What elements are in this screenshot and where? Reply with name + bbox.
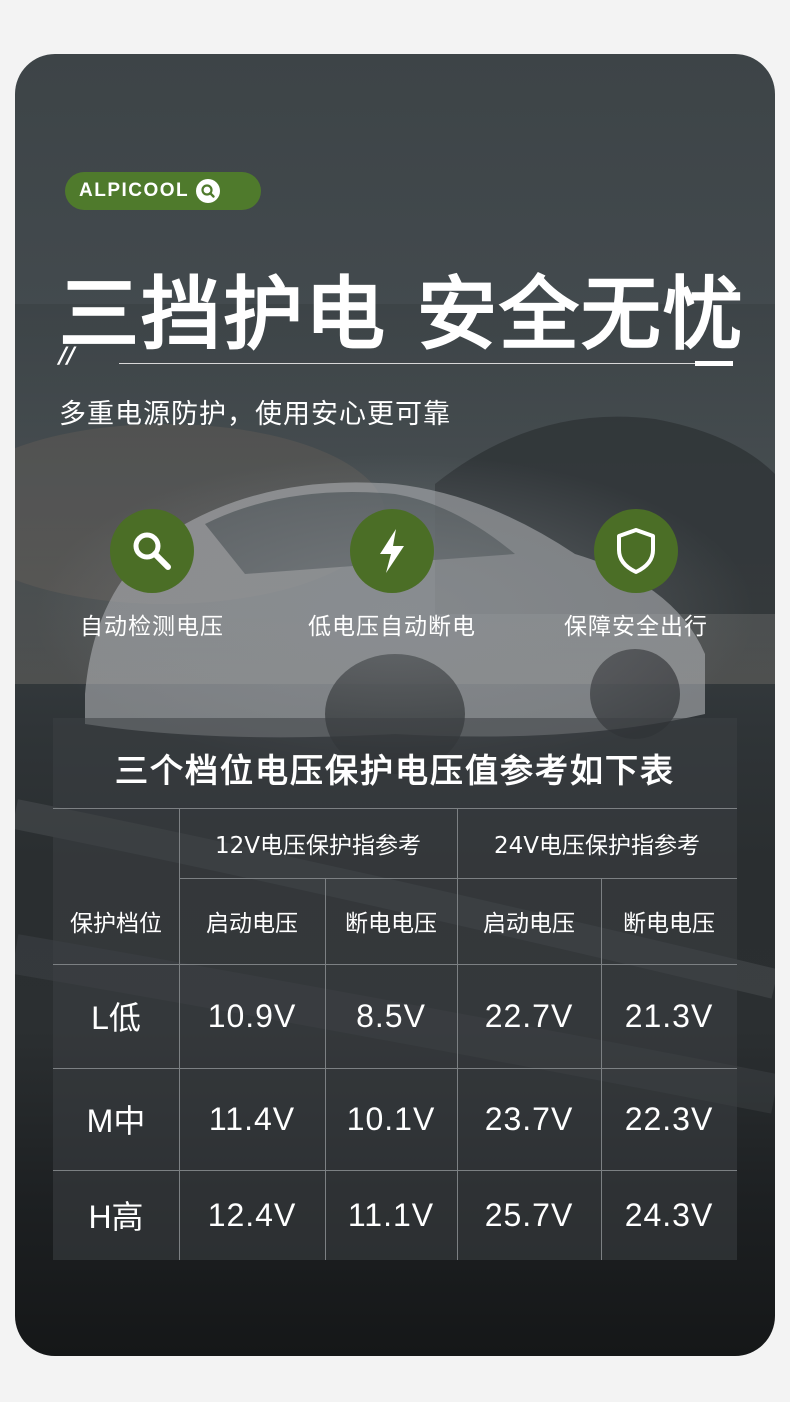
table-cell: 12.4V: [207, 1196, 297, 1233]
table-row-level: L低: [91, 1000, 141, 1036]
shield-icon: [594, 509, 678, 593]
column-header: 断电电压: [623, 911, 715, 937]
promo-card: ALPICOOL 三挡护电 安全无忧 // 多重电源防护，使用安心更可靠 自动检…: [15, 54, 775, 1356]
page-title: 三挡护电 安全无忧: [59, 268, 745, 361]
table-cell: 10.1V: [346, 1100, 436, 1137]
feature-label: 保障安全出行: [564, 614, 708, 640]
table-row-level: M中: [86, 1103, 146, 1139]
feature-safe-travel: 保障安全出行: [536, 509, 736, 641]
divider-line: [119, 363, 707, 364]
table-cell: 22.3V: [624, 1100, 714, 1137]
feature-auto-detect: 自动检测电压: [52, 509, 252, 641]
brand-name: ALPICOOL: [79, 180, 190, 201]
voltage-table: 三个档位电压保护电压值参考如下表 12V电压保护指参考 24V电压保护指参考 保…: [53, 718, 737, 1260]
table-cell: 8.5V: [356, 997, 426, 1034]
table-row-level: H高: [88, 1199, 144, 1235]
table-cell: 10.9V: [207, 997, 297, 1034]
table-cell: 11.1V: [347, 1196, 435, 1233]
table-cell: 22.7V: [484, 997, 574, 1034]
search-icon: [196, 179, 221, 203]
lightning-icon: [350, 509, 434, 593]
table-cell: 23.7V: [484, 1100, 574, 1137]
subtitle: 多重电源防护，使用安心更可靠: [59, 399, 451, 430]
table-cell: 11.4V: [208, 1100, 296, 1137]
brand-logo: ALPICOOL: [65, 172, 261, 210]
table-cell: 25.7V: [484, 1196, 574, 1233]
column-header: 启动电压: [483, 911, 575, 937]
group-header-24v: 24V电压保护指参考: [493, 833, 700, 859]
table-grid: 12V电压保护指参考 24V电压保护指参考 保护档位 启动电压 断电电压 启动电…: [53, 718, 737, 1260]
group-header-12v: 12V电压保护指参考: [214, 833, 421, 859]
level-header: 保护档位: [70, 911, 162, 937]
feature-label: 低电压自动断电: [308, 614, 476, 640]
column-header: 断电电压: [345, 911, 437, 937]
column-header: 启动电压: [206, 911, 298, 937]
feature-label: 自动检测电压: [80, 614, 224, 640]
table-cell: 21.3V: [624, 997, 714, 1034]
feature-low-voltage-cutoff: 低电压自动断电: [292, 509, 492, 641]
decorative-slashes: //: [59, 344, 76, 369]
divider-accent: [695, 361, 733, 366]
magnifier-icon: [110, 509, 194, 593]
table-cell: 24.3V: [624, 1196, 714, 1233]
